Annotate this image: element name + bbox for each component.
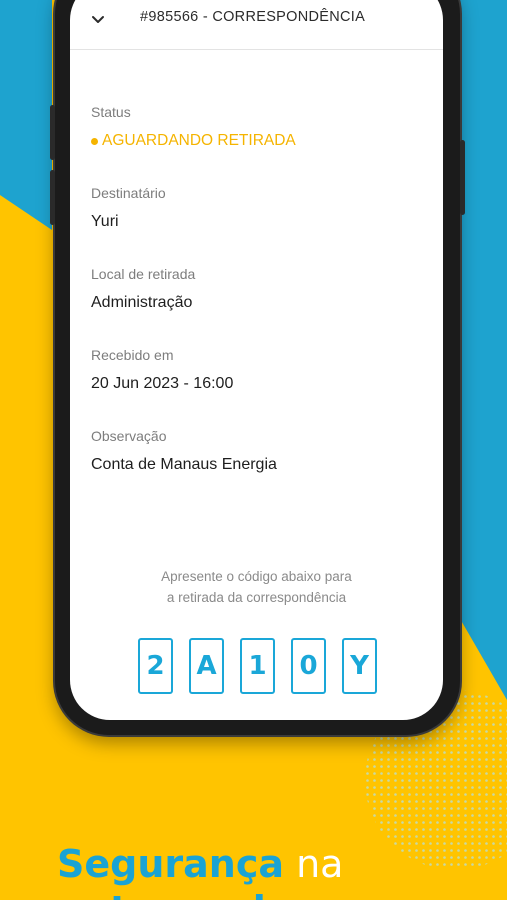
- code-char: 0: [291, 638, 326, 694]
- notes-label: Observação: [91, 428, 167, 444]
- phone-side-button: [50, 170, 55, 225]
- received-value: 20 Jun 2023 - 16:00: [91, 375, 234, 392]
- status-value: AGUARDANDO RETIRADA: [102, 132, 296, 149]
- recipient-label: Destinatário: [91, 185, 166, 201]
- code-char: A: [189, 638, 224, 694]
- detail-header: #985566 - CORRESPONDÊNCIA: [70, 0, 443, 50]
- notes-value: Conta de Manaus Energia: [91, 456, 277, 473]
- code-char: 2: [138, 638, 173, 694]
- pickup-instruction-line2: a retirada da correspondência: [166, 590, 347, 605]
- recipient-value: Yuri: [91, 213, 119, 230]
- pickup-location-value: Administração: [91, 294, 193, 311]
- code-char: 1: [240, 638, 275, 694]
- phone-side-button: [50, 105, 55, 160]
- page-title: #985566 - CORRESPONDÊNCIA: [140, 9, 366, 25]
- chevron-down-icon[interactable]: [90, 12, 106, 28]
- phone-screen: #985566 - CORRESPONDÊNCIA Status AGUARDA…: [70, 0, 443, 720]
- pickup-instruction-line1: Apresente o código abaixo para: [161, 569, 352, 584]
- phone-side-button: [460, 140, 465, 215]
- promo-headline: Segurança na: [57, 842, 343, 886]
- status-badge: AGUARDANDO RETIRADA: [91, 132, 296, 150]
- promo-headline-strong: Segurança: [57, 842, 284, 886]
- status-dot-icon: [91, 137, 98, 145]
- code-char: Y: [342, 638, 377, 694]
- status-label: Status: [91, 104, 131, 120]
- pickup-location-label: Local de retirada: [91, 266, 196, 282]
- pickup-code: 2 A 1 0 Y: [138, 638, 377, 694]
- promo-headline-light: na: [296, 842, 344, 886]
- promo-headline-line2: entrega de: [57, 888, 292, 900]
- received-label: Recebido em: [91, 347, 174, 363]
